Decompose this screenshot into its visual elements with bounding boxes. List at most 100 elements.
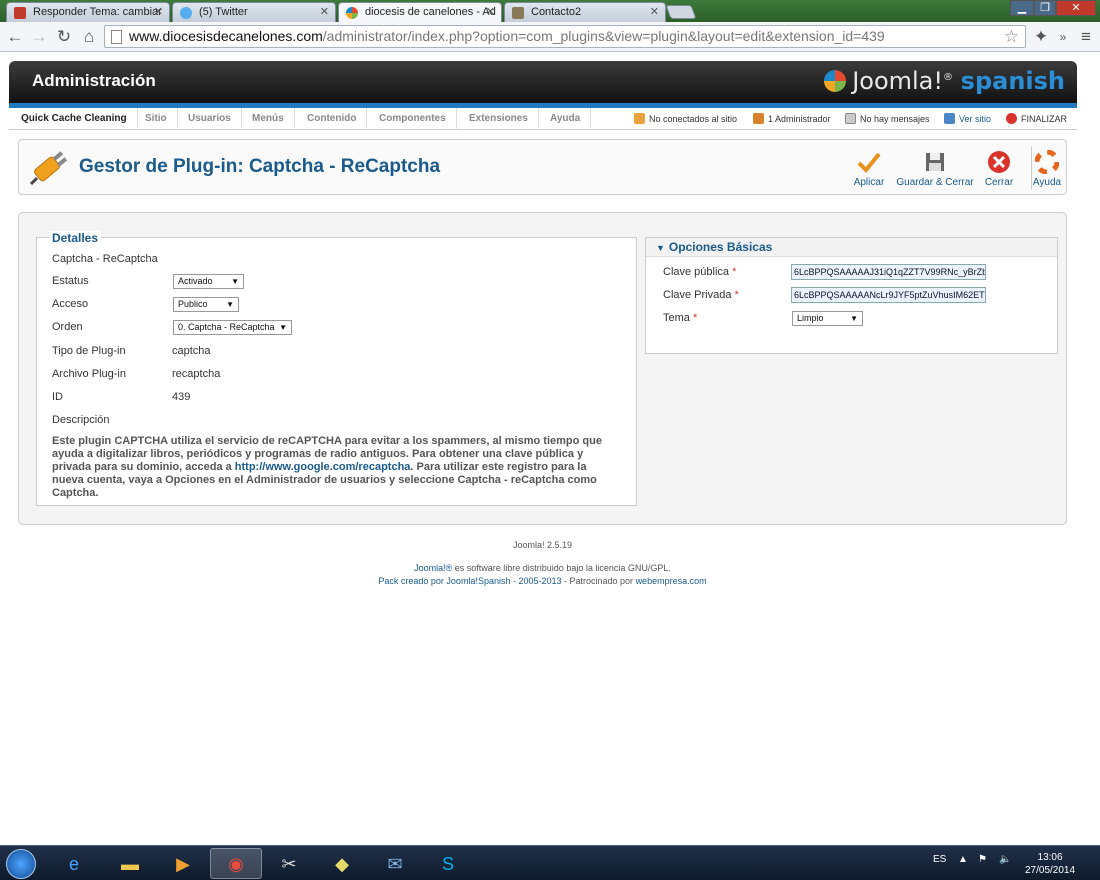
page-toolbar: Gestor de Plug-in: Captcha - ReCaptcha A… xyxy=(18,139,1067,195)
close-tab-icon[interactable]: ✕ xyxy=(486,5,495,18)
view-site-link[interactable]: Ver sitio xyxy=(944,108,991,130)
required-mark: * xyxy=(734,289,739,301)
menu-extensiones[interactable]: Extensiones xyxy=(459,108,539,130)
private-key-input[interactable]: 6LcBPPQSAAAAANcLr9JYF5ptZuVhusIM62ET9 xyxy=(791,287,986,303)
joomla-version: Joomla! 2.5.19 xyxy=(512,540,573,550)
overflow-chevron-icon[interactable]: » xyxy=(1052,26,1074,48)
status-select-value: Activado xyxy=(178,276,213,286)
admin-header: Administración Joomla!® spanish xyxy=(9,61,1077,103)
theme-label-text: Tema xyxy=(663,312,690,324)
menu-componentes[interactable]: Componentes xyxy=(369,108,457,130)
save-close-label: Guardar & Cerrar xyxy=(896,177,974,188)
browser-tab[interactable]: (5) Twitter ✕ xyxy=(172,2,336,22)
details-legend: Detalles xyxy=(49,231,102,245)
public-key-label-text: Clave pública xyxy=(663,266,730,278)
description-label: Descripción xyxy=(52,414,110,426)
lifebuoy-icon xyxy=(1035,150,1059,174)
page-title: Gestor de Plug-in: Captcha - ReCaptcha xyxy=(79,156,441,177)
logout-link[interactable]: FINALIZAR xyxy=(1006,108,1067,130)
save-close-button[interactable]: Guardar & Cerrar xyxy=(895,150,975,188)
contact-favicon-icon xyxy=(512,7,524,19)
maximize-window-button[interactable]: ❐ xyxy=(1034,0,1056,16)
back-arrow-icon[interactable]: ← xyxy=(4,26,26,48)
recaptcha-link[interactable]: http://www.google.com/recaptcha xyxy=(235,461,411,473)
webempresa-link[interactable]: webempresa.com xyxy=(636,576,707,586)
reload-icon[interactable]: ↻ xyxy=(53,26,75,48)
required-mark: * xyxy=(732,266,737,278)
browser-tab[interactable]: Responder Tema: cambiar ✕ xyxy=(6,2,170,22)
id-label: ID xyxy=(52,391,63,403)
status-admins: 1 Administrador xyxy=(753,108,831,130)
action-center-flag-icon[interactable]: ⚑ xyxy=(978,854,987,865)
users-icon xyxy=(634,113,645,124)
system-clock[interactable]: 13:06 27/05/2014 xyxy=(1025,851,1075,877)
mail-icon[interactable]: ✉ xyxy=(369,848,421,879)
language-indicator[interactable]: ES xyxy=(933,854,946,865)
help-button[interactable]: Ayuda xyxy=(1032,150,1062,188)
close-tab-icon[interactable]: ✕ xyxy=(650,5,659,18)
chrome-icon[interactable]: ◉ xyxy=(210,848,262,879)
close-tab-icon[interactable]: ✕ xyxy=(154,5,163,18)
envelope-icon xyxy=(845,113,856,124)
forum-favicon-icon xyxy=(14,7,26,19)
bookmark-star-icon[interactable]: ☆ xyxy=(1004,26,1019,47)
chrome-menu-icon[interactable]: ≡ xyxy=(1075,26,1097,48)
logout-label: FINALIZAR xyxy=(1021,114,1068,124)
snipping-tool-icon[interactable]: ✂ xyxy=(263,848,315,879)
private-key-label: Clave Privada * xyxy=(663,289,739,301)
close-button[interactable]: Cerrar xyxy=(981,150,1017,188)
file-explorer-icon[interactable]: ▬ xyxy=(104,848,156,879)
menu-contenido[interactable]: Contenido xyxy=(297,108,368,130)
browser-tab[interactable]: Contacto2 ✕ xyxy=(504,2,666,22)
joomla-link[interactable]: Joomla!® xyxy=(414,563,452,573)
extension-icon[interactable]: ✦ xyxy=(1030,26,1052,48)
forward-arrow-icon[interactable]: → xyxy=(28,26,50,48)
access-select[interactable]: Publico ▼ xyxy=(173,297,239,312)
media-player-icon[interactable]: ▶ xyxy=(157,848,209,879)
public-key-label: Clave pública * xyxy=(663,266,736,278)
admin-menu-bar: Quick Cache Cleaning Sitio Usuarios Menú… xyxy=(9,108,1077,130)
address-bar[interactable]: www.diocesisdecanelones.com/administrato… xyxy=(104,25,1026,48)
internet-explorer-icon[interactable]: e xyxy=(48,848,100,879)
private-key-label-text: Clave Privada xyxy=(663,289,732,301)
sticky-notes-icon[interactable]: ◆ xyxy=(316,848,368,879)
skype-icon[interactable]: S xyxy=(422,848,474,879)
twitter-favicon-icon xyxy=(180,7,192,19)
volume-icon[interactable]: 🔈 xyxy=(999,854,1011,865)
monitor-icon xyxy=(944,113,955,124)
license-text: es software libre distribuido bajo la li… xyxy=(452,563,671,573)
collapse-triangle-icon: ▼ xyxy=(656,243,665,253)
new-tab-button[interactable] xyxy=(665,5,697,19)
basic-options-header[interactable]: ▼ Opciones Básicas xyxy=(646,238,1057,257)
menu-usuarios[interactable]: Usuarios xyxy=(178,108,242,130)
menu-menus[interactable]: Menús xyxy=(242,108,295,130)
tab-label: Contacto2 xyxy=(531,6,582,18)
menu-sitio[interactable]: Sitio xyxy=(135,108,178,130)
joomla-favicon-icon xyxy=(346,7,358,19)
order-select[interactable]: 0. Captcha - ReCaptcha ▼ xyxy=(173,320,292,335)
home-icon[interactable]: ⌂ xyxy=(78,26,100,48)
public-key-input[interactable]: 6LcBPPQSAAAAAJ31iQ1qZZT7V99RNc_yBrZb xyxy=(791,264,986,280)
show-hidden-icons-icon[interactable]: ▲ xyxy=(958,854,968,865)
browser-tab-active[interactable]: diocesis de canelones - Ad ✕ xyxy=(338,2,502,22)
windows-start-button[interactable] xyxy=(6,849,36,879)
theme-label: Tema * xyxy=(663,312,697,324)
file-value: recaptcha xyxy=(172,368,221,380)
menu-quick-cache-cleaning[interactable]: Quick Cache Cleaning xyxy=(11,108,138,130)
plugin-description: Este plugin CAPTCHA utiliza el servicio … xyxy=(52,435,612,500)
dropdown-arrow-icon: ▼ xyxy=(279,323,287,332)
menu-ayuda[interactable]: Ayuda xyxy=(540,108,592,130)
minimize-window-button[interactable]: ▁ xyxy=(1010,0,1034,16)
close-window-button[interactable]: ✕ xyxy=(1056,0,1096,16)
apply-button[interactable]: Aplicar xyxy=(849,150,889,188)
url-path: /administrator/index.php?option=com_plug… xyxy=(322,28,885,44)
basic-options-panel: ▼ Opciones Básicas Clave pública * 6LcBPP… xyxy=(645,237,1058,354)
theme-select-value: Limpio xyxy=(797,313,824,323)
credits-line: Pack creado por Joomla!Spanish - 2005-20… xyxy=(0,576,1085,586)
joomla-logo[interactable]: Joomla!® spanish xyxy=(824,67,1065,95)
joomla-spanish-link[interactable]: Pack creado por Joomla!Spanish - 2005-20… xyxy=(378,576,561,586)
theme-select[interactable]: Limpio ▼ xyxy=(792,311,863,326)
windows-taskbar: e ▬ ▶ ◉ ✂ ◆ ✉ S ES ▲ ⚑ 🔈 13:06 27/05/201… xyxy=(0,845,1100,880)
status-select[interactable]: Activado ▼ xyxy=(173,274,244,289)
close-tab-icon[interactable]: ✕ xyxy=(320,5,329,18)
